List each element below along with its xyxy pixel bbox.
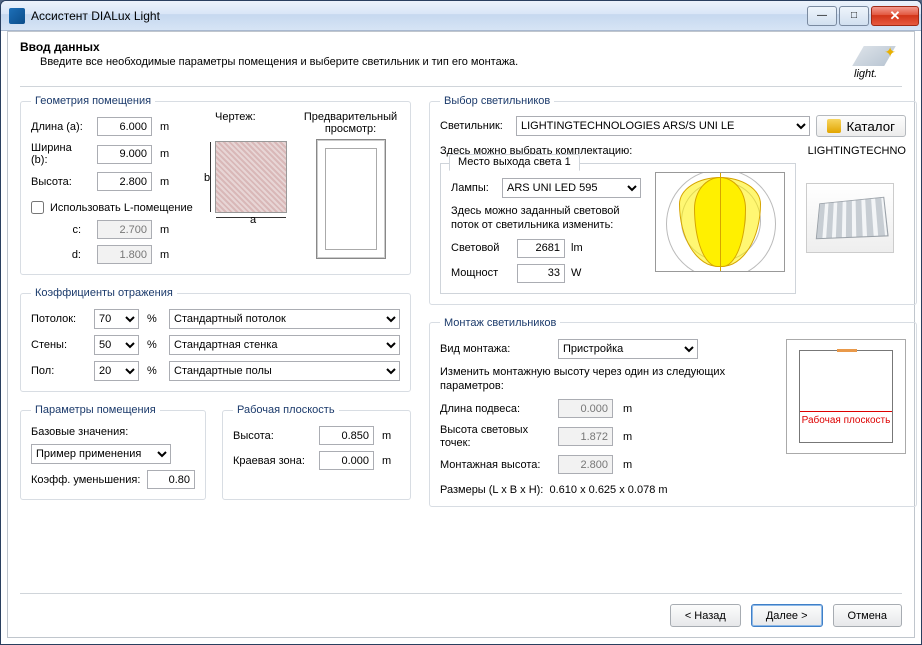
- luminaire-group: Выбор светильников Светильник: LIGHTINGT…: [429, 95, 917, 305]
- ceiling-type-select[interactable]: Стандартный потолок: [169, 309, 400, 329]
- cancel-button[interactable]: Отмена: [833, 604, 902, 627]
- reflectance-group: Коэффициенты отражения Потолок: 70 % Ста…: [20, 287, 411, 392]
- geometry-legend: Геометрия помещения: [31, 95, 155, 107]
- c-input: [97, 220, 152, 239]
- luminaire-select[interactable]: LIGHTINGTECHNOLOGIES ARS/S UNI LE: [516, 116, 810, 136]
- mount-type-select[interactable]: Пристройка: [558, 339, 698, 359]
- length-input[interactable]: [97, 117, 152, 136]
- drawing-label: Чертеж:: [215, 111, 287, 123]
- lightpoint-input: [558, 427, 613, 446]
- c-label: c:: [31, 224, 91, 236]
- walls-label: Стены:: [31, 339, 86, 351]
- mountheight-label: Монтажная высота:: [440, 459, 550, 471]
- coeff-input[interactable]: [147, 470, 195, 489]
- d-label: d:: [31, 249, 91, 261]
- luminaire-legend: Выбор светильников: [440, 95, 554, 107]
- next-button[interactable]: Далее >: [751, 604, 823, 627]
- coeff-label: Коэфф. уменьшения:: [31, 474, 141, 486]
- wp-height-input[interactable]: [319, 426, 374, 445]
- preview-label: Предварительный просмотр:: [301, 111, 400, 135]
- wp-edge-input[interactable]: [319, 451, 374, 470]
- room-params-legend: Параметры помещения: [31, 404, 160, 416]
- workplane-group: Рабочая плоскость Высота: m Краевая зона…: [222, 404, 411, 500]
- floor-type-select[interactable]: Стандартные полы: [169, 361, 400, 381]
- tab-light-exit-1[interactable]: Место выхода света 1: [449, 154, 580, 171]
- width-label: Ширина (b):: [31, 142, 91, 166]
- d-input: [97, 245, 152, 264]
- lamps-select[interactable]: ARS UNI LED 595: [502, 178, 641, 198]
- mountheight-input: [558, 455, 613, 474]
- flux-note: Здесь можно заданный световой поток от с…: [451, 204, 641, 233]
- drop-label: Длина подвеса:: [440, 403, 550, 415]
- page-subtitle: Введите все необходимые параметры помеще…: [40, 56, 518, 68]
- mount-type-label: Вид монтажа:: [440, 343, 550, 355]
- workplane-text: Рабочая плоскость: [800, 415, 892, 426]
- catalog-button[interactable]: Каталог: [816, 115, 906, 137]
- lightpoint-label: Высота световых точек:: [440, 424, 550, 449]
- close-button[interactable]: ✕: [871, 6, 919, 26]
- base-values-label: Базовые значения:: [31, 426, 195, 438]
- luminaire-label: Светильник:: [440, 120, 510, 132]
- drop-input: [558, 399, 613, 418]
- power-input[interactable]: [517, 264, 565, 283]
- page-title: Ввод данных: [20, 40, 518, 54]
- room-params-group: Параметры помещения Базовые значения: Пр…: [20, 404, 206, 500]
- power-label: Мощност: [451, 267, 511, 279]
- brand-short: LIGHTINGTECHNO: [808, 145, 906, 157]
- wizard-footer: < Назад Далее > Отмена: [20, 593, 902, 627]
- width-input[interactable]: [97, 145, 152, 164]
- geometry-group: Геометрия помещения Длина (a): m Ширина …: [20, 95, 411, 275]
- minimize-button[interactable]: —: [807, 6, 837, 26]
- titlebar: Ассистент DIALux Light — □ ✕: [1, 1, 921, 31]
- app-window: Ассистент DIALux Light — □ ✕ Ввод данных…: [0, 0, 922, 645]
- wp-height-label: Высота:: [233, 430, 313, 442]
- polar-diagram: [655, 172, 785, 272]
- client-area: Ввод данных Введите все необходимые пара…: [7, 31, 915, 638]
- window-title: Ассистент DIALux Light: [31, 9, 807, 23]
- reflectance-legend: Коэффициенты отражения: [31, 287, 177, 299]
- luminaire-photo: [806, 183, 894, 253]
- mounting-preview: Рабочая плоскость: [786, 339, 906, 454]
- workplane-legend: Рабочая плоскость: [233, 404, 339, 416]
- floor-label: Пол:: [31, 365, 86, 377]
- room-preview: [316, 139, 386, 259]
- use-l-room-checkbox[interactable]: Использовать L-помещение: [31, 201, 201, 214]
- flux-label: Световой: [451, 242, 511, 254]
- dims-label: Размеры (L x B x H):: [440, 484, 543, 496]
- ceiling-label: Потолок:: [31, 313, 86, 325]
- wp-edge-label: Краевая зона:: [233, 455, 313, 467]
- height-input[interactable]: [97, 172, 152, 191]
- dims-value: 0.610 x 0.625 x 0.078 m: [550, 484, 668, 496]
- dialux-logo: ✦ light.: [852, 40, 902, 80]
- back-button[interactable]: < Назад: [670, 604, 741, 627]
- ceiling-pct-select[interactable]: 70: [94, 309, 139, 329]
- maximize-button[interactable]: □: [839, 6, 869, 26]
- mount-note: Изменить монтажную высоту через один из …: [440, 365, 772, 394]
- flux-input[interactable]: [517, 239, 565, 258]
- catalog-icon: [827, 119, 841, 133]
- base-values-select[interactable]: Пример применения: [31, 444, 171, 464]
- app-icon: [9, 8, 25, 24]
- mounting-group: Монтаж светильников Вид монтажа: Пристро…: [429, 317, 917, 508]
- height-label: Высота:: [31, 176, 91, 188]
- length-label: Длина (a):: [31, 121, 91, 133]
- lamps-label: Лампы:: [451, 182, 496, 194]
- floor-pct-select[interactable]: 20: [94, 361, 139, 381]
- walls-type-select[interactable]: Стандартная стенка: [169, 335, 400, 355]
- light-exit-tab: Место выхода света 1 Лампы: ARS UNI LED …: [440, 163, 796, 294]
- mounting-legend: Монтаж светильников: [440, 317, 560, 329]
- room-drawing: [215, 141, 287, 213]
- walls-pct-select[interactable]: 50: [94, 335, 139, 355]
